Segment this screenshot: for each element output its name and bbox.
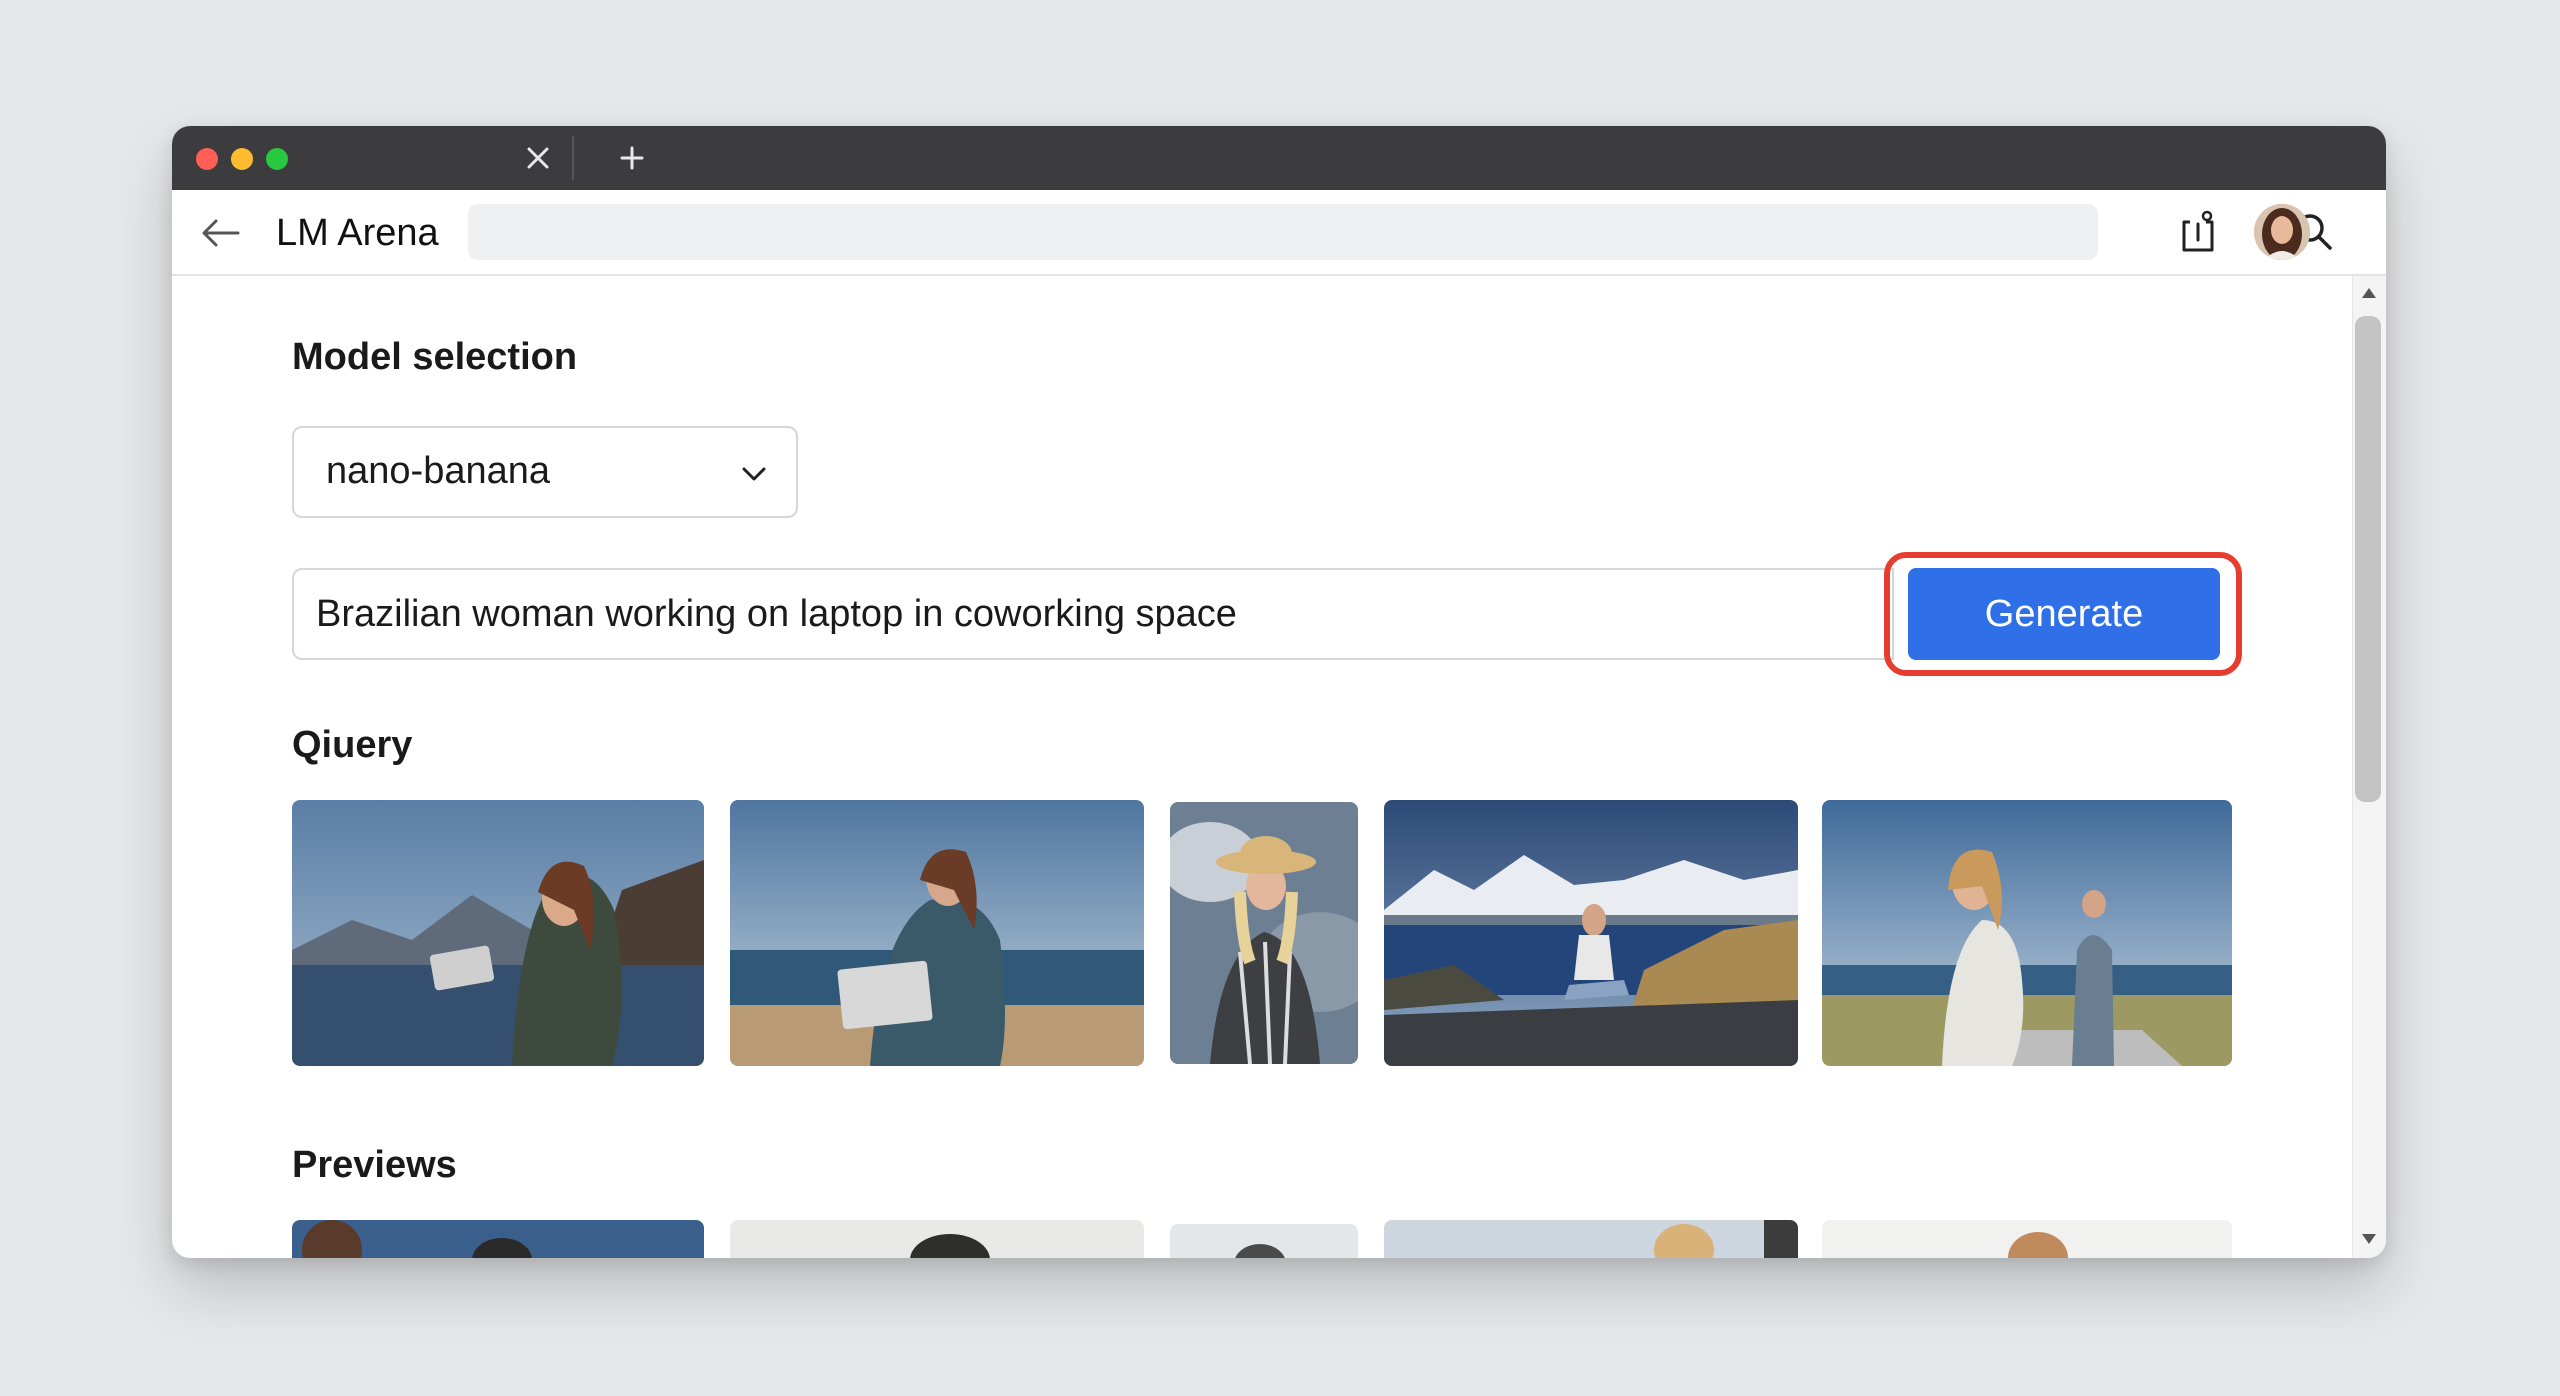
plus-icon[interactable] bbox=[614, 140, 650, 176]
arrow-left-icon[interactable] bbox=[196, 208, 246, 258]
scrollbar-thumb[interactable] bbox=[2355, 316, 2381, 802]
share-icon[interactable] bbox=[2176, 210, 2220, 254]
model-select[interactable]: nano-banana bbox=[292, 426, 798, 518]
tab-divider bbox=[572, 136, 574, 180]
browser-toolbar: LM Arena bbox=[172, 190, 2386, 276]
query-image-4[interactable] bbox=[1384, 800, 1798, 1066]
browser-window: LM Arena Model selection nano-banana Bra… bbox=[172, 126, 2386, 1258]
prompt-input[interactable] bbox=[292, 568, 1894, 660]
minimize-window-button[interactable] bbox=[231, 148, 253, 170]
close-window-button[interactable] bbox=[196, 148, 218, 170]
preview-image-1[interactable] bbox=[292, 1220, 704, 1258]
query-image-3[interactable] bbox=[1170, 802, 1358, 1064]
scroll-up-icon[interactable] bbox=[2360, 286, 2378, 305]
preview-image-4[interactable] bbox=[1384, 1220, 1798, 1258]
chevron-down-icon bbox=[734, 454, 774, 494]
previews-heading: Previews bbox=[292, 1144, 457, 1186]
title-bar bbox=[172, 126, 2386, 190]
model-selection-heading: Model selection bbox=[292, 336, 578, 378]
close-icon[interactable] bbox=[520, 140, 556, 176]
generate-button[interactable]: Generate bbox=[1908, 568, 2220, 660]
preview-image-3[interactable] bbox=[1170, 1224, 1358, 1258]
preview-image-2[interactable] bbox=[730, 1220, 1144, 1258]
model-select-value: nano-banana bbox=[326, 450, 550, 492]
query-image-5[interactable] bbox=[1822, 800, 2232, 1066]
query-image-2[interactable] bbox=[730, 800, 1144, 1066]
query-image-1[interactable] bbox=[292, 800, 704, 1066]
user-avatar[interactable] bbox=[2254, 204, 2310, 260]
scroll-down-icon[interactable] bbox=[2360, 1232, 2378, 1251]
address-bar[interactable] bbox=[468, 204, 2098, 260]
preview-image-5[interactable] bbox=[1822, 1220, 2232, 1258]
page-content: Model selection nano-banana Generate Qiu… bbox=[172, 276, 2352, 1258]
site-title: LM Arena bbox=[276, 212, 439, 254]
maximize-window-button[interactable] bbox=[266, 148, 288, 170]
query-heading: Qiuery bbox=[292, 724, 413, 766]
